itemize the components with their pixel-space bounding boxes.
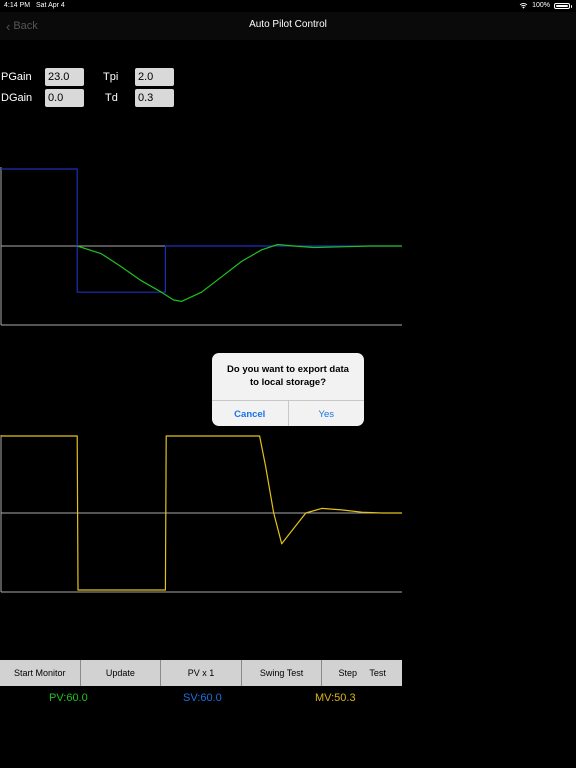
dgain-label: DGain — [1, 92, 33, 104]
battery-percent: 100% — [532, 2, 550, 9]
start-monitor-button[interactable]: Start Monitor — [0, 660, 81, 686]
status-date: Sat Apr 4 — [36, 2, 65, 9]
chart1-setpoint-line — [1, 168, 402, 293]
cancel-button[interactable]: Cancel — [212, 401, 288, 426]
td-input[interactable] — [135, 89, 174, 107]
mv-output-chart — [0, 435, 402, 593]
status-time: 4:14 PM — [4, 2, 31, 9]
wifi-icon — [519, 3, 528, 9]
pgain-label: PGain — [1, 71, 32, 83]
step-test-button[interactable]: Step Test — [322, 660, 402, 686]
alert-message: Do you want to export data to local stor… — [227, 364, 349, 388]
chart1-pv-line — [77, 243, 402, 302]
control-toolbar: Start Monitor Update PV x 1 Swing Test S… — [0, 660, 402, 686]
dgain-input[interactable] — [45, 89, 84, 107]
battery-icon — [554, 2, 572, 9]
alert-buttons: Cancel Yes — [212, 400, 364, 426]
pgain-input[interactable] — [45, 68, 84, 86]
sv-readout: SV:60.0 — [183, 692, 222, 704]
alert-box: Do you want to export data to local stor… — [212, 353, 364, 426]
yes-button[interactable]: Yes — [287, 401, 365, 426]
status-right: 100% — [519, 2, 572, 9]
mv-readout: MV:50.3 — [315, 692, 356, 704]
tpi-input[interactable] — [135, 68, 174, 86]
pv-readout: PV:60.0 — [49, 692, 88, 704]
pv-response-chart — [0, 167, 402, 326]
pv-scale-button[interactable]: PV x 1 — [161, 660, 242, 686]
update-button[interactable]: Update — [80, 660, 162, 686]
page-title: Auto Pilot Control — [249, 19, 327, 30]
swing-test-button[interactable]: Swing Test — [241, 660, 323, 686]
tpi-label: Tpi — [103, 71, 119, 83]
status-bar: 4:14 PM Sat Apr 4 100% — [0, 0, 576, 12]
td-label: Td — [105, 92, 118, 104]
export-alert: Do you want to export data to local stor… — [212, 353, 364, 426]
navigation-bar: ‹ Back Auto Pilot Control — [0, 12, 576, 40]
